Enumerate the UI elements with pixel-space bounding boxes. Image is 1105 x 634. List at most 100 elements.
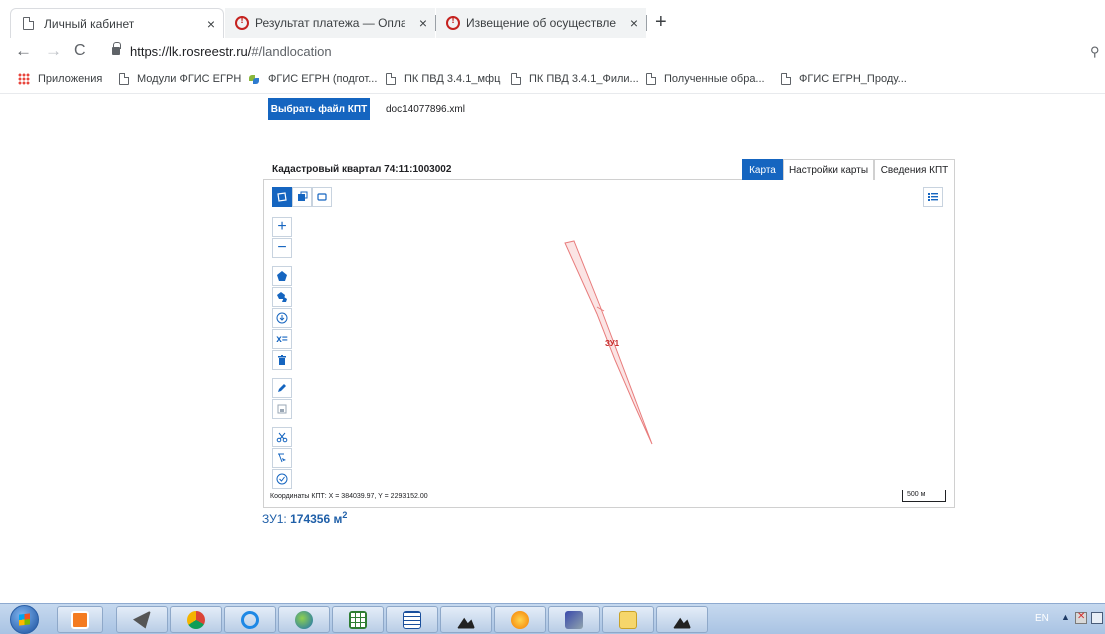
parcel-label: ЗУ1: [605, 339, 620, 348]
taskbar-chrome[interactable]: [170, 606, 222, 633]
taskbar-spreadsheet[interactable]: [332, 606, 384, 633]
bookmark-label: ПК ПВД 3.4.1_Фили...: [529, 73, 639, 85]
edit-button[interactable]: [272, 378, 292, 398]
legend-button[interactable]: [923, 187, 943, 207]
snap-icon: [278, 453, 286, 463]
zoom-out-button[interactable]: −: [272, 238, 292, 258]
network-icon: [565, 610, 583, 629]
search-icon[interactable]: ⚲: [1090, 44, 1100, 60]
page-icon: [646, 73, 656, 85]
scissors-icon: [276, 432, 288, 443]
show-hidden-icons-icon[interactable]: ▲: [1061, 612, 1070, 622]
screen: Личный кабинет × Результат платежа — Опл…: [0, 0, 1105, 634]
bookmark-apps[interactable]: Приложения: [18, 73, 102, 85]
taskbar-network-app[interactable]: [548, 606, 600, 633]
outline-icon: [317, 193, 327, 201]
import-button[interactable]: [272, 308, 292, 328]
tab-title: Извещение об осуществлении: [466, 16, 616, 30]
bookmark-item[interactable]: ФГИС ЕГРН (подгот...: [248, 73, 377, 85]
pencil-icon: [278, 384, 286, 392]
close-icon[interactable]: ×: [630, 15, 638, 31]
back-arrow-icon[interactable]: ←: [15, 41, 32, 61]
tab-separator: [646, 15, 647, 31]
taskbar-document[interactable]: [386, 606, 438, 633]
bookmark-label: Модули ФГИС ЕГРН: [137, 73, 242, 85]
bookmark-item[interactable]: ПК ПВД 3.4.1_мфц: [386, 73, 500, 85]
address-bar[interactable]: https://lk.rosreestr.ru/#/landlocation: [130, 44, 332, 59]
area-value: 174356: [290, 512, 331, 526]
scale-bar: 500 м: [902, 490, 946, 502]
check-circle-icon: [276, 473, 288, 485]
draw-multipolygon-button[interactable]: [272, 287, 292, 307]
bookmark-item[interactable]: Модули ФГИС ЕГРН: [119, 73, 241, 85]
tab-notice[interactable]: Извещение об осуществлении ×: [436, 8, 646, 38]
tab-title: Результат платежа — Оплата го: [255, 16, 405, 30]
taskbar-app[interactable]: [116, 606, 168, 633]
outline-mode-button[interactable]: [312, 187, 332, 207]
delete-button[interactable]: [272, 350, 292, 370]
select-kpt-file-button[interactable]: Выбрать файл КПТ: [268, 98, 370, 120]
forward-arrow-icon[interactable]: →: [45, 41, 62, 61]
document-icon: [403, 610, 421, 629]
bookmark-item[interactable]: Полученные обра...: [646, 73, 765, 85]
spreadsheet-icon: [349, 610, 367, 629]
close-icon[interactable]: ×: [419, 15, 427, 31]
page-icon: [386, 73, 396, 85]
network-tray-icon[interactable]: [1091, 612, 1103, 624]
zoom-in-button[interactable]: +: [272, 217, 292, 237]
bookmark-item[interactable]: ПК ПВД 3.4.1_Фили...: [511, 73, 639, 85]
bookmark-item[interactable]: ФГИС ЕГРН_Проду...: [781, 73, 907, 85]
draw-polygon-button[interactable]: [272, 266, 292, 286]
new-tab-button[interactable]: +: [655, 12, 667, 32]
panel-title: Кадастровый квартал 74:11:1003002: [272, 164, 452, 175]
folder-icon: [619, 610, 637, 629]
coordinates-button[interactable]: x=: [272, 329, 292, 349]
map-canvas: ЗУ1: [564, 240, 653, 445]
alert-icon: [446, 15, 460, 30]
taskbar-media-player[interactable]: [57, 606, 103, 633]
bookmarks-bar: Приложения Модули ФГИС ЕГРН ФГИС ЕГРН (п…: [0, 66, 1105, 94]
start-button[interactable]: [10, 605, 39, 634]
list-icon: [928, 193, 938, 201]
pentagon-icon: [277, 271, 287, 281]
tab-payment-result[interactable]: Результат платежа — Оплата го ×: [225, 8, 435, 38]
taskbar-image-viewer-2[interactable]: [656, 606, 708, 633]
image-icon: [457, 617, 475, 629]
tab-kpt-info[interactable]: Сведения КПТ: [874, 159, 955, 181]
fill-mode-button[interactable]: [292, 187, 312, 207]
language-indicator[interactable]: EN: [1035, 613, 1049, 624]
scale-label: 500 м: [907, 491, 926, 498]
action-center-flag-icon[interactable]: [1075, 611, 1087, 624]
select-mode-button[interactable]: [272, 187, 292, 207]
tab-map[interactable]: Карта: [742, 159, 783, 181]
cut-button[interactable]: [272, 427, 292, 447]
bookmark-label: ФГИС ЕГРН (подгот...: [268, 73, 378, 85]
bookmark-label: ФГИС ЕГРН_Проду...: [799, 73, 907, 85]
validate-button[interactable]: [272, 469, 292, 489]
ie-icon: [241, 610, 259, 629]
windows-taskbar: EN ▲: [0, 603, 1105, 634]
map-view[interactable]: ЗУ1 + − x= Координаты КПТ: X = 384039.97…: [263, 180, 955, 508]
taskbar-internet-explorer[interactable]: [224, 606, 276, 633]
close-icon[interactable]: ×: [207, 16, 215, 32]
save-button[interactable]: [272, 399, 292, 419]
download-circle-icon: [276, 312, 288, 324]
taskbar-folder[interactable]: [602, 606, 654, 633]
chrome-icon: [187, 610, 205, 629]
apps-grid-icon: [18, 73, 30, 85]
globe-icon: [295, 610, 313, 629]
taskbar-app-orange[interactable]: [494, 606, 546, 633]
browser-toolbar: ← → C https://lk.rosreestr.ru/#/landloca…: [0, 38, 1105, 66]
image-icon: [673, 617, 691, 629]
taskbar-globe-app[interactable]: [278, 606, 330, 633]
snap-button[interactable]: [272, 448, 292, 468]
plus-icon: +: [277, 218, 287, 235]
tab-personal-cabinet[interactable]: Личный кабинет ×: [10, 8, 224, 38]
alert-icon: [235, 15, 249, 30]
url-path: #/landlocation: [251, 44, 332, 59]
coordinates-readout: Координаты КПТ: X = 384039.97, Y = 22931…: [270, 493, 428, 500]
area-label: ЗУ1:: [262, 512, 287, 526]
reload-icon[interactable]: C: [74, 42, 86, 60]
taskbar-image-viewer[interactable]: [440, 606, 492, 633]
tab-map-settings[interactable]: Настройки карты: [783, 159, 874, 181]
